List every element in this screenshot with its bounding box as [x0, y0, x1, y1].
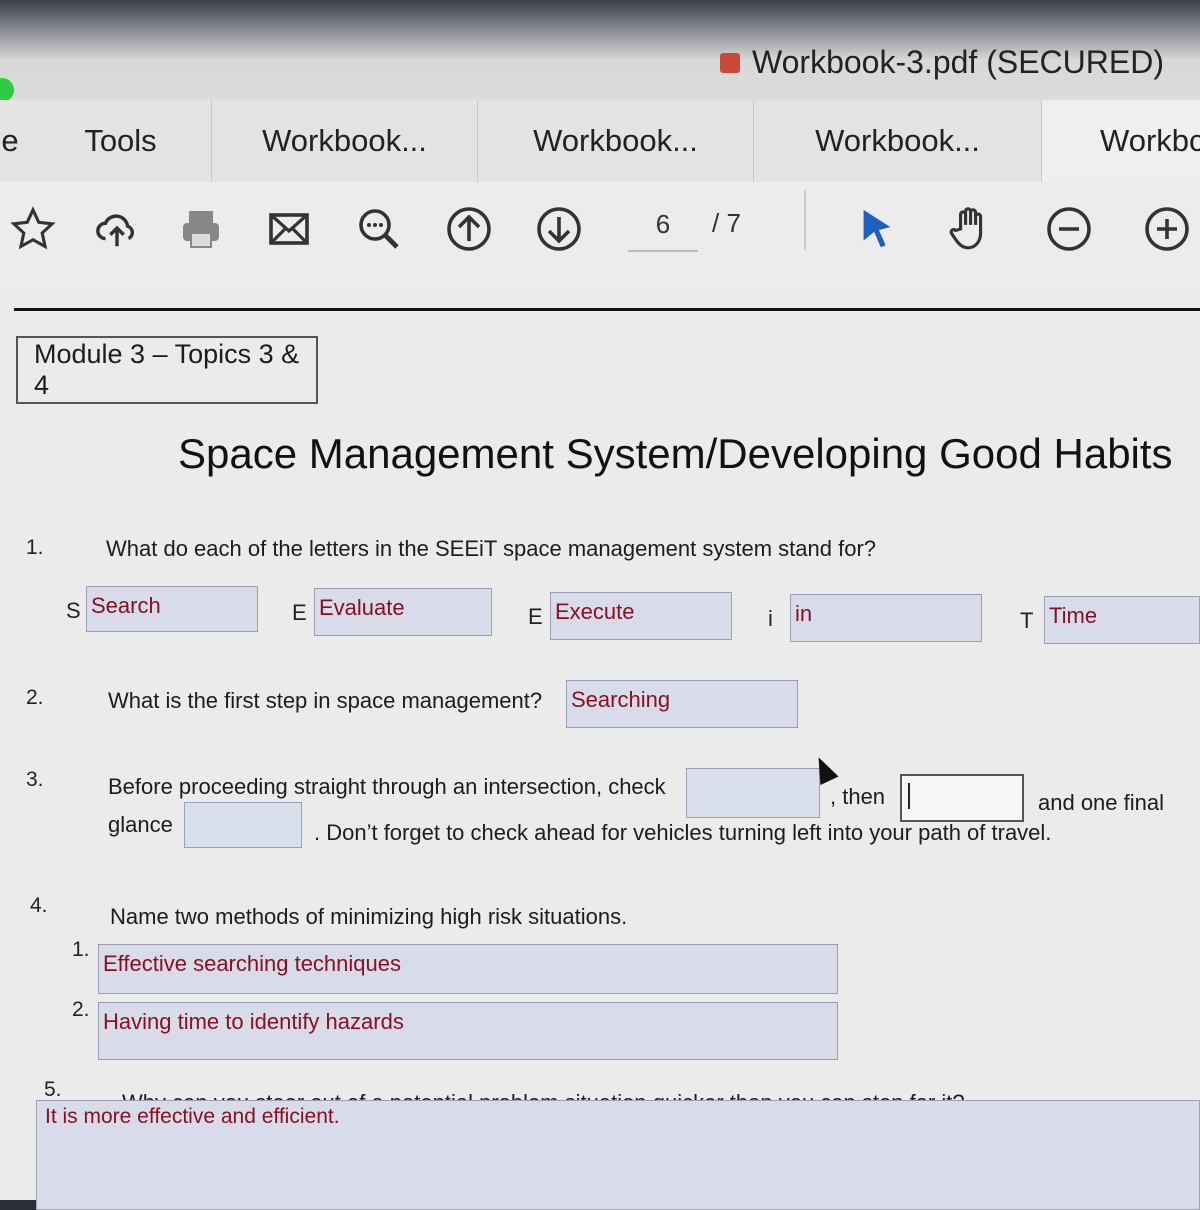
toolbar — [0, 182, 1200, 282]
q4-number: 4. — [30, 894, 48, 917]
q3-text-b: , then — [830, 784, 886, 809]
zoom-in-icon[interactable] — [1142, 204, 1192, 254]
q3-number: 3. — [26, 768, 44, 791]
tab-bar: e Tools Workbook... Workbook... Workbook… — [0, 100, 1200, 182]
q1-letter-t: T — [1020, 608, 1034, 633]
q3-answer-then[interactable] — [900, 774, 1024, 822]
q1-letter-i: i — [768, 606, 773, 631]
q4-answer-2[interactable]: Having time to identify hazards — [98, 1002, 838, 1060]
q3-text-c: and one final — [1038, 790, 1164, 815]
hand-tool-icon[interactable] — [946, 204, 996, 254]
tab-home[interactable]: e — [0, 100, 30, 182]
q1-answer-s[interactable]: Search — [86, 586, 258, 632]
toolbar-divider — [804, 190, 806, 250]
tab-workbook-3[interactable]: Workbook... — [754, 100, 1042, 182]
mail-icon[interactable] — [264, 204, 314, 254]
q1-letter-e1: E — [292, 600, 307, 625]
tab-workbook-2[interactable]: Workbook... — [478, 100, 754, 182]
select-arrow-icon[interactable] — [852, 204, 902, 254]
q2-text: What is the first step in space manageme… — [108, 688, 543, 713]
page-down-icon[interactable] — [534, 204, 584, 254]
cloud-upload-icon[interactable] — [92, 204, 142, 254]
q4-text: Name two methods of minimizing high risk… — [110, 904, 628, 929]
q5-number: 5. — [44, 1078, 62, 1101]
q3-text-e: . Don’t forget to check ahead for vehicl… — [314, 820, 1052, 845]
q1-answer-e1[interactable]: Evaluate — [314, 588, 492, 636]
window-zoom-button[interactable] — [0, 78, 14, 102]
q3-answer-first[interactable] — [686, 768, 820, 818]
q3-text-d: glance — [108, 812, 173, 837]
document-title-text: Workbook-3.pdf (SECURED) — [752, 44, 1164, 80]
q4-answer-1[interactable]: Effective searching techniques — [98, 944, 838, 994]
q3-answer-glance[interactable] — [184, 802, 302, 848]
page-number-input[interactable]: 6 — [628, 206, 698, 252]
q1-number: 1. — [26, 536, 44, 559]
header-rule — [14, 308, 1200, 311]
q1-answer-i[interactable]: in — [790, 594, 982, 642]
zoom-out-icon[interactable] — [1044, 204, 1094, 254]
q4-item-2-number: 2. — [72, 998, 90, 1021]
text-caret — [908, 783, 910, 810]
q2-answer[interactable]: Searching — [566, 680, 798, 728]
tab-tools[interactable]: Tools — [30, 100, 212, 182]
window-titlebar: Workbook-3.pdf (SECURED) — [0, 0, 1200, 102]
print-icon[interactable] — [176, 204, 226, 254]
q1-text: What do each of the letters in the SEEiT… — [106, 536, 876, 561]
document-title: Workbook-3.pdf (SECURED) — [720, 44, 1164, 81]
q4-item-1-number: 1. — [72, 938, 90, 961]
page-up-icon[interactable] — [444, 204, 494, 254]
q5-answer[interactable]: It is more effective and efficient. — [36, 1100, 1200, 1210]
page-title: Space Management System/Developing Good … — [178, 430, 1173, 477]
page-total: / 7 — [712, 208, 741, 238]
pdf-file-icon — [720, 52, 740, 73]
star-icon[interactable] — [8, 204, 58, 254]
q1-answer-e2[interactable]: Execute — [550, 592, 732, 640]
q2-number: 2. — [26, 686, 44, 709]
search-zoom-icon[interactable] — [354, 204, 404, 254]
q3-text-a: Before proceeding straight through an in… — [108, 774, 666, 799]
q1-answer-t[interactable]: Time — [1044, 596, 1200, 644]
document-page: Module 3 – Topics 3 & 4 Space Management… — [0, 282, 1200, 1210]
q1-letter-s: S — [66, 598, 81, 623]
tab-workbook-active[interactable]: Workbc — [1042, 100, 1200, 182]
q1-letter-e2: E — [528, 604, 543, 629]
module-label: Module 3 – Topics 3 & 4 — [16, 336, 318, 404]
tab-workbook-1[interactable]: Workbook... — [212, 100, 478, 182]
